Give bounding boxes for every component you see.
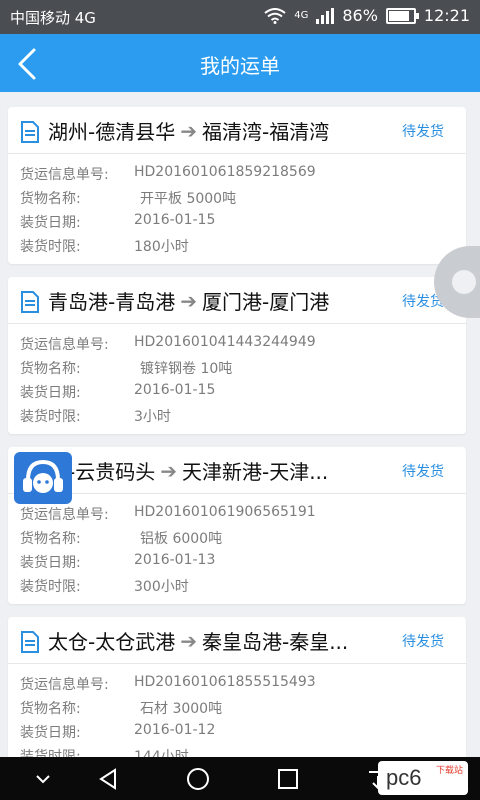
wifi-icon	[264, 7, 286, 24]
order-card[interactable]: 太仓-太仓武港 ➔ 秦皇岛港-秦皇... 待发货 货运信息单号: HD201601…	[8, 617, 466, 757]
route-arrow-icon: ➔	[180, 118, 197, 143]
order-card-header: 太仓-太仓武港 ➔ 秦皇岛港-秦皇... 待发货	[8, 617, 466, 664]
battery-icon	[385, 7, 419, 24]
watermark-logo: pc6 下载站	[378, 761, 468, 795]
system-nav-bar: pc6 下载站	[0, 757, 480, 800]
order-card-header: 青岛港-青岛港 ➔ 厦门港-厦门港 待发货	[8, 277, 466, 324]
home-nav-icon[interactable]	[185, 766, 211, 792]
app-bar: 我的运单	[0, 34, 480, 92]
document-icon	[21, 291, 39, 313]
order-details: 货运信息单号: HD201601061906565191 货物名称: 铝板 6000…	[8, 494, 466, 604]
customer-service-button[interactable]	[14, 452, 72, 504]
load-date-row: 装货日期: 2016-01-15	[20, 382, 216, 401]
document-icon	[21, 121, 39, 143]
recents-nav-icon[interactable]	[275, 766, 301, 792]
order-details: 货运信息单号: HD201601041443244949 货物名称: 镀锌钢卷 10…	[8, 324, 466, 434]
status-bar: 中国移动 4G 4G 86% 12:21	[0, 0, 480, 34]
order-card[interactable]: 陵-云贵码头 ➔ 天津新港-天津... 待发货 货运信息单号: HD2016010…	[8, 447, 466, 604]
chevron-down-icon[interactable]	[30, 766, 56, 792]
back-nav-icon[interactable]	[95, 766, 121, 792]
route: 青岛港-青岛港 ➔ 厦门港-厦门港	[48, 286, 329, 315]
load-date-row: 装货日期: 2016-01-15	[20, 212, 216, 231]
carrier-label: 中国移动 4G	[10, 9, 96, 27]
battery-percent: 86%	[342, 6, 378, 25]
order-card-header: 湖州-德清县华 ➔ 福清湾-福清湾 待发货	[8, 107, 466, 154]
order-card[interactable]: 青岛港-青岛港 ➔ 厦门港-厦门港 待发货 货运信息单号: HD201601041…	[8, 277, 466, 434]
goods-row: 货物名称: 开平板 5000吨	[20, 191, 237, 207]
watermark-subtext: 下载站	[436, 765, 464, 775]
order-card-header: 陵-云贵码头 ➔ 天津新港-天津... 待发货	[8, 447, 466, 494]
clock: 12:21	[423, 6, 470, 25]
route-arrow-icon: ➔	[160, 458, 177, 483]
order-details: 货运信息单号: HD201601061859218569 货物名称: 开平板 500…	[8, 154, 466, 264]
order-no-row: 货运信息单号: HD201601061906565191	[20, 504, 316, 523]
status-badge: 待发货	[402, 464, 444, 480]
route-arrow-icon: ➔	[180, 628, 197, 653]
route-arrow-icon: ➔	[180, 288, 197, 313]
order-details: 货运信息单号: HD201601061855515493 货物名称: 石材 3000…	[8, 664, 466, 757]
route-to: 天津新港-天津...	[181, 460, 329, 484]
status-badge: 待发货	[402, 634, 444, 650]
time-limit-row: 装货时限: 144小时	[20, 749, 189, 757]
time-limit-row: 装货时限: 180小时	[20, 239, 189, 255]
order-no-row: 货运信息单号: HD201601061859218569	[20, 164, 316, 183]
page-title: 我的运单	[200, 54, 280, 78]
route-from: 青岛港-青岛港	[48, 290, 176, 314]
network-type: 4G	[294, 10, 309, 21]
headset-icon	[23, 459, 63, 493]
order-no-row: 货运信息单号: HD201601061855515493	[20, 674, 316, 693]
load-date-row: 装货日期: 2016-01-13	[20, 552, 216, 571]
status-badge: 待发货	[402, 124, 444, 140]
route: 太仓-太仓武港 ➔ 秦皇岛港-秦皇...	[48, 626, 348, 655]
order-list[interactable]: 湖州-德清县华 ➔ 福清湾-福清湾 待发货 货运信息单号: HD201601061…	[0, 92, 480, 757]
order-no-row: 货运信息单号: HD201601041443244949	[20, 334, 316, 353]
goods-row: 货物名称: 镀锌钢卷 10吨	[20, 361, 233, 377]
route-to: 厦门港-厦门港	[201, 290, 330, 314]
route-to: 福清湾-福清湾	[201, 120, 330, 144]
route-to: 秦皇岛港-秦皇...	[201, 630, 349, 654]
goods-row: 货物名称: 铝板 6000吨	[20, 531, 223, 547]
order-card[interactable]: 湖州-德清县华 ➔ 福清湾-福清湾 待发货 货运信息单号: HD201601061…	[8, 107, 466, 264]
route-from: 太仓-太仓武港	[48, 630, 176, 654]
route-from: 湖州-德清县华	[48, 120, 176, 144]
route: 陵-云贵码头 ➔ 天津新港-天津...	[48, 456, 328, 485]
load-date-row: 装货日期: 2016-01-12	[20, 722, 216, 741]
route: 湖州-德清县华 ➔ 福清湾-福清湾	[48, 116, 329, 145]
document-icon	[21, 631, 39, 653]
goods-row: 货物名称: 石材 3000吨	[20, 701, 223, 717]
watermark-text: pc6	[386, 765, 422, 790]
status-right: 4G 86% 12:21	[264, 6, 470, 25]
signal-icon	[316, 7, 335, 24]
time-limit-row: 装货时限: 300小时	[20, 579, 189, 595]
time-limit-row: 装货时限: 3小时	[20, 409, 171, 425]
